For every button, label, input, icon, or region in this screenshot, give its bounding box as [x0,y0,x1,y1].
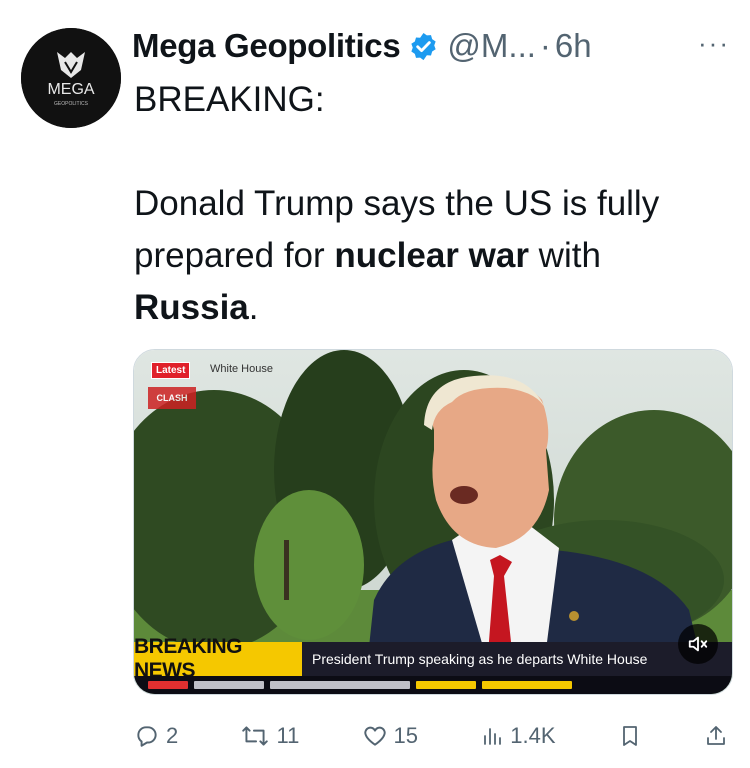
share-button[interactable] [704,723,728,749]
share-icon [707,726,725,745]
mega-logo-icon: MEGA GEOPOLITICS [21,28,121,128]
author-name[interactable]: Mega Geopolitics [132,27,401,65]
avatar-text: MEGA [47,81,94,98]
tweet-line-breaking: BREAKING: [134,80,325,119]
author-handle[interactable]: @M... [447,27,536,65]
tweet-actions: 2 11 15 1.4K [134,716,728,756]
tweet-body: Donald Trump says the US is fully prepar… [134,178,734,334]
views-count: 1.4K [510,723,556,748]
tweet-video[interactable]: Latest White House CLASH BREAKING NEWS P… [133,349,733,695]
body-text-3: . [248,288,259,327]
bookmark-icon [622,726,637,746]
separator-dot: · [539,27,551,64]
ticker-strip [134,676,732,694]
reply-button[interactable]: 2 [134,723,178,749]
views-chart-icon [484,728,502,745]
repost-button[interactable]: 11 [240,723,299,749]
latest-tag: Latest [151,362,191,379]
body-text-2: with [528,236,601,275]
timestamp[interactable]: 6h [555,27,592,65]
body-bold-1: nuclear war [334,236,529,275]
like-count: 15 [393,723,419,748]
news-ticker: BREAKING NEWS President Trump speaking a… [134,635,732,694]
heart-icon [363,726,386,746]
tweet-text: BREAKING: Donald Trump says the US is fu… [134,74,734,334]
reply-icon [137,726,157,747]
reply-count: 2 [166,723,179,748]
speaker-muted-icon [688,636,708,652]
clash-tag: CLASH [148,387,196,409]
avatar-subtext: GEOPOLITICS [54,101,89,107]
repost-count: 11 [276,723,300,748]
verified-badge-icon [408,31,439,62]
location-tag: White House [210,363,273,375]
more-options-icon[interactable]: ··· [698,28,730,59]
body-bold-2: Russia [134,288,249,327]
views-button[interactable]: 1.4K [480,723,556,749]
breaking-news-label: BREAKING NEWS [134,635,302,682]
tweet-header: Mega Geopolitics @M... · 6h ··· [132,24,730,68]
mute-toggle-button[interactable] [678,624,718,664]
repost-icon [242,726,269,746]
bookmark-button[interactable] [618,723,642,749]
avatar[interactable]: MEGA GEOPOLITICS [21,28,121,128]
ticker-headline: President Trump speaking as he departs W… [302,642,732,676]
like-button[interactable]: 15 [362,723,418,749]
